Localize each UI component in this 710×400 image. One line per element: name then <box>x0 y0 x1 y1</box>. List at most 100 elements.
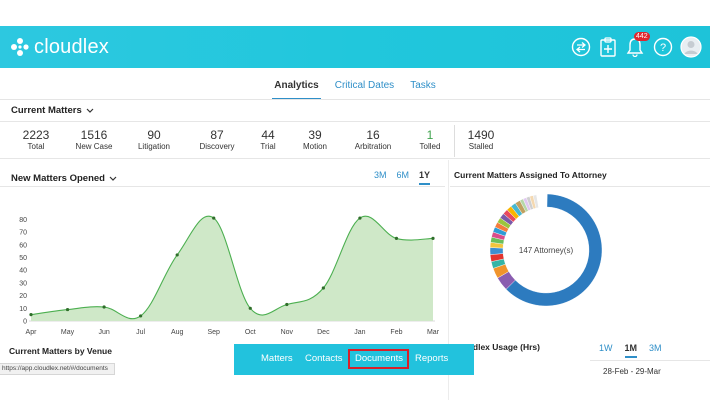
tab-tasks[interactable]: Tasks <box>408 80 438 100</box>
new-matters-title: New Matters Opened <box>11 173 105 184</box>
documents-highlight-box <box>348 349 409 369</box>
range-6m-button[interactable]: 6M <box>397 170 410 185</box>
stat-value: 39 <box>308 128 322 142</box>
donut-center-label: 147 Attorney(s) <box>518 246 574 255</box>
tabs-divider <box>0 99 710 100</box>
x-tick-label: Dec <box>317 329 330 336</box>
tab-analytics[interactable]: Analytics <box>272 80 321 100</box>
help-icon[interactable]: ? <box>652 36 674 58</box>
range-1m-button[interactable]: 1M <box>624 343 638 358</box>
data-point[interactable] <box>29 313 33 317</box>
x-tick-label: May <box>61 329 75 336</box>
y-tick-label: 40 <box>19 268 27 275</box>
quick-nav-contacts[interactable]: Contacts <box>305 353 343 364</box>
stat-trial[interactable]: 44 Trial <box>256 128 280 152</box>
status-bar-url: https://app.cloudlex.net/#/documents <box>0 363 115 375</box>
stat-label: Discovery <box>199 142 235 151</box>
data-point[interactable] <box>248 306 252 310</box>
bell-icon[interactable]: 442 <box>624 32 650 58</box>
new-matters-area-chart: 0 10 20 30 40 50 60 70 80 Apr May Jun Jul Aug Sep Oct No… <box>19 215 440 336</box>
y-tick-label: 80 <box>19 217 27 224</box>
section-divider <box>450 186 710 187</box>
stats-divider <box>454 125 455 157</box>
stat-label: Motion <box>302 142 327 151</box>
stat-discovery[interactable]: 87 Discovery <box>196 128 238 152</box>
stat-total[interactable]: 2223 Total <box>22 128 50 152</box>
stat-value: 2223 <box>22 128 50 142</box>
y-tick-label: 20 <box>19 293 27 300</box>
tab-critical-dates[interactable]: Critical Dates <box>333 80 396 100</box>
stat-value: 87 <box>210 128 224 142</box>
cloudlex-logo-icon <box>11 38 29 56</box>
venue-section-title: Current Matters by Venue <box>9 346 112 356</box>
quick-nav-reports[interactable]: Reports <box>415 353 448 364</box>
data-point[interactable] <box>321 286 325 290</box>
y-tick-label: 60 <box>19 242 27 249</box>
stat-value: 1490 <box>467 128 495 142</box>
x-tick-label: Sep <box>207 329 220 336</box>
stat-label: Total <box>27 142 45 151</box>
current-matters-dropdown[interactable]: Current Matters <box>11 105 94 116</box>
stat-tolled[interactable]: 1 Tolled <box>416 128 444 152</box>
stat-value: 16 <box>366 128 380 142</box>
stat-arbitration[interactable]: 16 Arbitration <box>351 128 395 152</box>
data-point[interactable] <box>212 216 216 220</box>
dashboard-page: cloudlex 442 ? Analytics Critical Dates … <box>0 0 710 400</box>
svg-text:?: ? <box>660 42 666 54</box>
usage-range-selector: 1W 1M 3M <box>599 343 662 358</box>
data-point[interactable] <box>175 253 179 257</box>
new-matters-dropdown[interactable]: New Matters Opened <box>11 173 117 184</box>
quick-nav-bar: Matters Contacts Documents Reports <box>234 344 474 375</box>
range-1y-button[interactable]: 1Y <box>419 170 431 185</box>
range-3m-button[interactable]: 3M <box>649 343 662 358</box>
y-tick-label: 10 <box>19 306 27 313</box>
y-tick-label: 0 <box>23 319 27 326</box>
data-point[interactable] <box>431 236 435 241</box>
stat-new-case[interactable]: 1516 New Case <box>72 128 116 152</box>
switch-arrows-icon[interactable] <box>570 36 592 58</box>
x-tick-label: Jul <box>136 329 145 336</box>
current-matters-title: Current Matters <box>11 105 82 116</box>
chevron-down-icon <box>86 108 94 113</box>
stat-label: Trial <box>260 142 276 151</box>
range-3m-button[interactable]: 3M <box>374 170 387 185</box>
user-avatar-icon[interactable] <box>680 36 702 58</box>
range-1w-button[interactable]: 1W <box>599 343 613 358</box>
attorney-chart-title: Current Matters Assigned To Attorney <box>454 170 607 180</box>
stat-value: 1516 <box>80 128 108 142</box>
data-point[interactable] <box>394 236 399 241</box>
stat-label: New Case <box>75 142 113 151</box>
data-point[interactable] <box>139 314 143 318</box>
notification-count-badge: 442 <box>634 32 650 41</box>
data-point[interactable] <box>285 302 289 307</box>
stat-label: Arbitration <box>354 142 392 151</box>
y-tick-label: 70 <box>19 230 27 237</box>
stat-stalled[interactable]: 1490 Stalled <box>466 128 496 152</box>
stat-value: 1 <box>426 128 434 142</box>
chevron-down-icon <box>109 176 117 181</box>
section-divider <box>0 186 445 187</box>
stat-value: 90 <box>147 128 161 142</box>
stat-motion[interactable]: 39 Motion <box>300 128 330 152</box>
stat-value: 44 <box>261 128 275 142</box>
y-tick-label: 50 <box>19 255 27 262</box>
data-point[interactable] <box>358 216 362 220</box>
main-tabs: Analytics Critical Dates Tasks <box>0 80 710 100</box>
app-header: cloudlex 442 ? <box>0 26 710 68</box>
current-matters-stats: 2223 Total 1516 New Case 90 Litigation 8… <box>0 121 710 159</box>
x-tick-label: Mar <box>427 329 440 336</box>
data-point[interactable] <box>102 305 106 309</box>
area-fill <box>31 216 433 321</box>
stat-label: Stalled <box>468 142 494 151</box>
logo-text: cloudlex <box>34 35 109 58</box>
app-logo[interactable]: cloudlex <box>10 35 109 59</box>
section-divider <box>590 360 710 361</box>
x-tick-label: Feb <box>390 329 402 336</box>
new-matters-range-selector: 3M 6M 1Y <box>374 170 431 185</box>
clipboard-plus-icon[interactable] <box>597 36 619 58</box>
data-point[interactable] <box>65 307 70 312</box>
x-tick-label: Apr <box>26 329 38 336</box>
quick-nav-matters[interactable]: Matters <box>261 353 293 364</box>
stat-litigation[interactable]: 90 Litigation <box>134 128 174 152</box>
y-tick-label: 30 <box>19 280 27 287</box>
